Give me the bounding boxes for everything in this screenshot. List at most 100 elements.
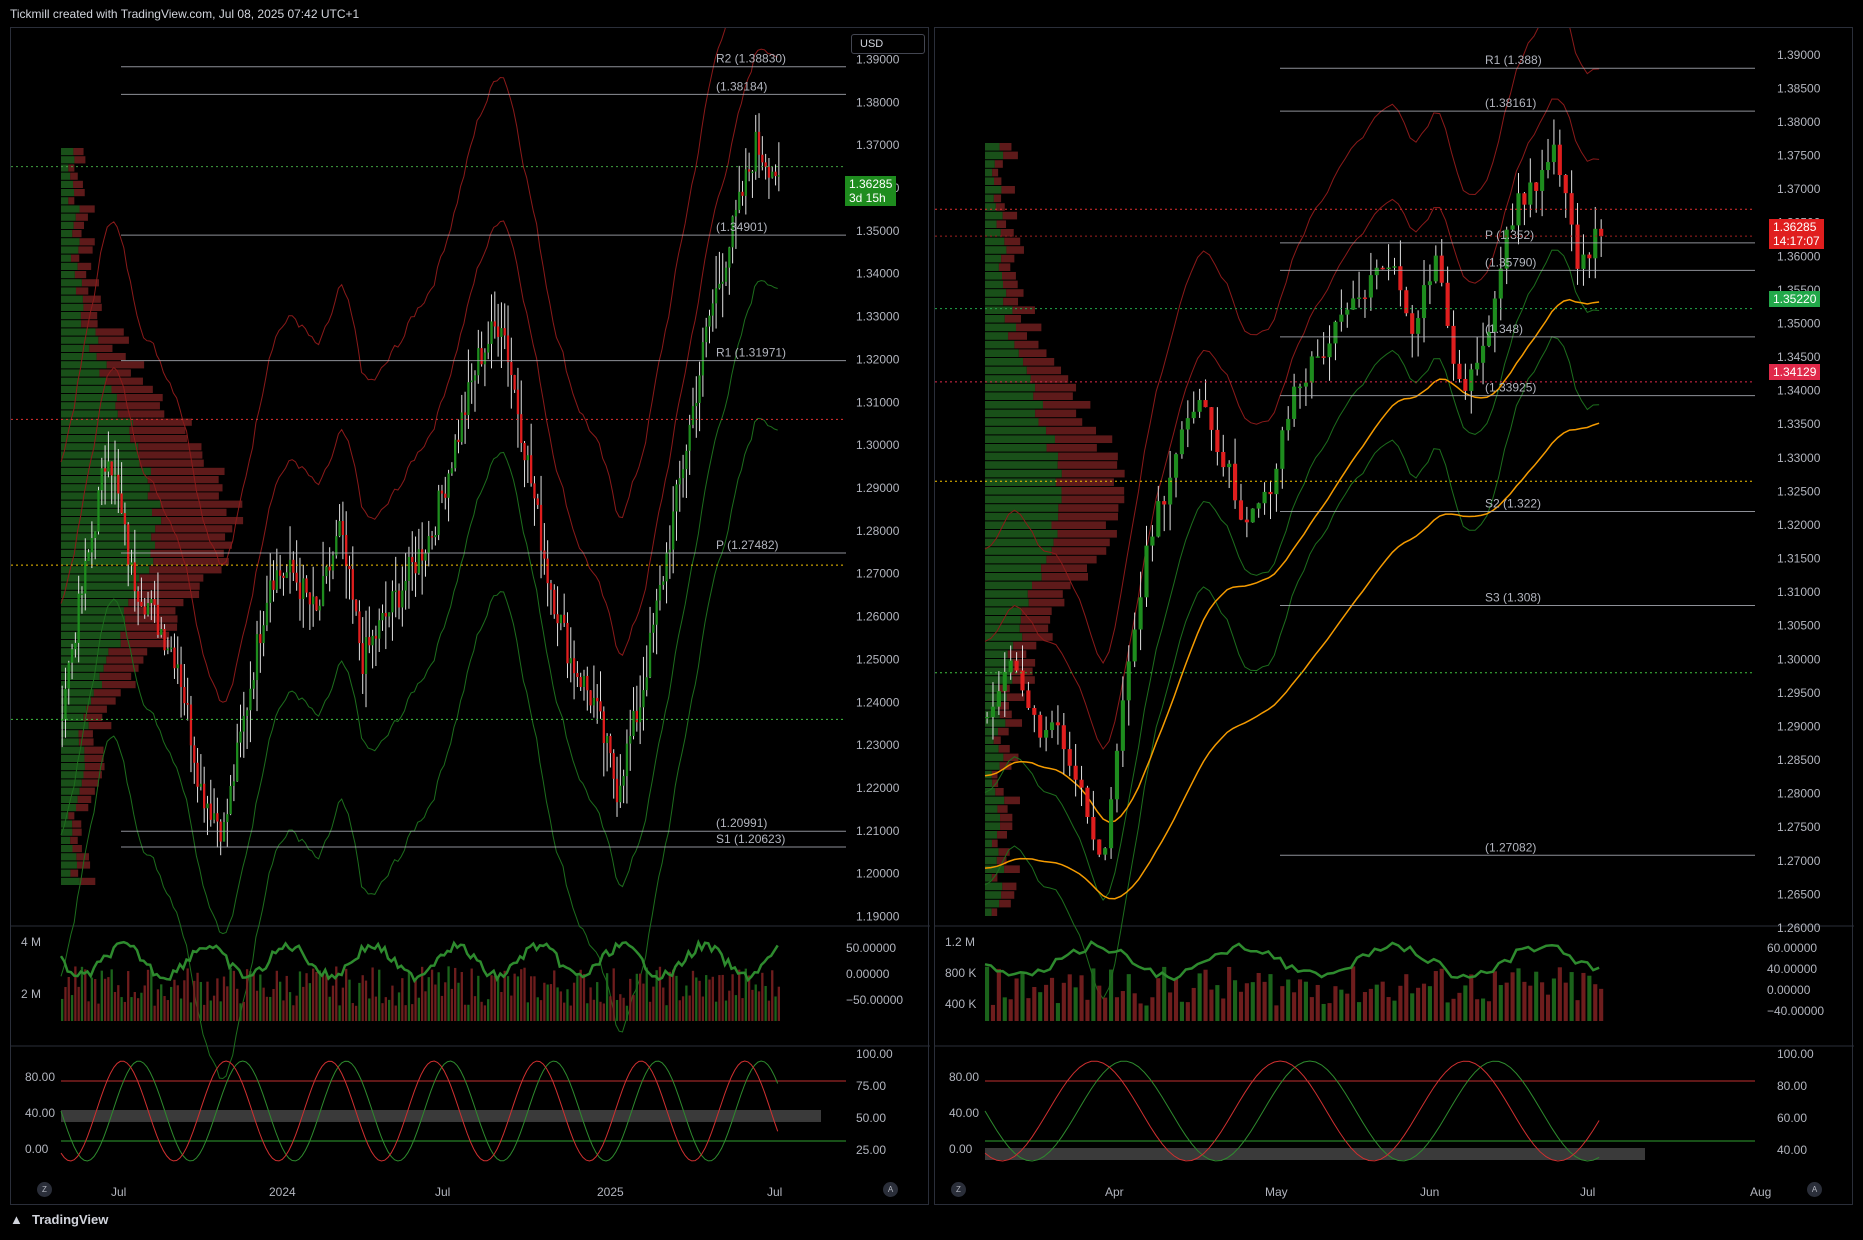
price-axis-label: 1.37000 <box>856 138 900 152</box>
volume-profile-bar <box>123 607 176 615</box>
stochastic-line <box>984 1060 1600 1162</box>
volume-bar <box>622 997 625 1021</box>
volume-profile-bar <box>61 738 79 746</box>
candle-body <box>536 498 539 505</box>
candle-body <box>520 414 523 443</box>
volume-profile-bar <box>61 180 74 188</box>
candle-body <box>1014 660 1019 671</box>
candle-body <box>582 675 586 687</box>
volume-profile-bar <box>61 681 103 689</box>
volume-profile-bar <box>130 435 187 443</box>
candle-body <box>1280 430 1285 469</box>
volume-profile-bar <box>116 394 163 402</box>
candle-body <box>232 781 236 786</box>
volume-profile-bar <box>153 558 229 566</box>
volume-profile-bar <box>78 730 93 738</box>
volume-bar <box>351 1003 354 1021</box>
candle-body <box>705 326 708 343</box>
candle-body <box>1268 491 1273 495</box>
volume-bar <box>1563 982 1568 1021</box>
volume-bar <box>1581 972 1586 1021</box>
volume-bar <box>1492 971 1497 1021</box>
volume-bar <box>520 969 523 1021</box>
candle-body <box>368 637 371 646</box>
volume-bar <box>1091 968 1096 1021</box>
candle-body <box>1103 848 1108 855</box>
oscillator-line <box>984 940 1600 982</box>
volume-profile-bar <box>61 279 82 287</box>
candle-body <box>1055 722 1060 726</box>
price-axis-label: 1.34500 <box>1777 350 1821 364</box>
price-axis-label: 1.35000 <box>856 224 900 238</box>
zoom-button[interactable]: Z <box>951 1182 966 1197</box>
volume-profile-bar <box>61 664 104 672</box>
volume-bar <box>506 976 510 1021</box>
volume-profile-bar <box>84 746 104 754</box>
candle-body <box>1221 452 1226 468</box>
volume-profile-bar <box>61 623 125 631</box>
volume-bar <box>272 988 275 1021</box>
auto-scale-button[interactable]: A <box>883 1182 898 1197</box>
volume-profile-bar <box>1008 332 1028 340</box>
volume-profile-bar <box>985 289 1007 297</box>
price-axis-label: 1.38500 <box>1777 81 1821 95</box>
volume-profile-bar <box>985 392 1034 400</box>
currency-selector[interactable]: USD <box>851 34 925 54</box>
right-chart-panel[interactable]: 1.390001.385001.380001.375001.370001.365… <box>934 27 1854 1206</box>
volume-profile-bar <box>102 681 136 689</box>
volume-bar <box>269 996 272 1021</box>
candle-body <box>209 803 212 820</box>
candle-body <box>1067 749 1072 766</box>
stochastic-axis-label: 0.00 <box>949 1142 973 1156</box>
volume-profile-bar <box>61 353 97 361</box>
volume-bar <box>1067 974 1072 1021</box>
left-chart-panel[interactable]: 1.390001.380001.370001.360001.350001.340… <box>10 27 930 1206</box>
candle-body <box>1179 429 1184 455</box>
volume-profile-bar <box>1003 151 1018 160</box>
volume-profile-bar <box>985 848 999 856</box>
volume-bar <box>127 971 130 1021</box>
candle-body <box>292 559 295 573</box>
zoom-button[interactable]: Z <box>37 1182 52 1197</box>
candle-body <box>681 469 685 479</box>
volume-axis-label: 2 M <box>21 987 41 1001</box>
stochastic-axis-label: 0.00 <box>25 1142 49 1156</box>
candle-body <box>586 675 589 691</box>
volume-bar <box>302 986 305 1021</box>
volume-profile-bar <box>147 476 219 484</box>
candle-body <box>331 555 335 571</box>
volume-profile-bar <box>1041 573 1089 581</box>
candle-body <box>516 389 520 415</box>
candle-body <box>477 348 480 376</box>
candle-body <box>685 450 688 470</box>
volume-bar <box>219 1001 222 1021</box>
volume-profile-bar <box>61 861 77 869</box>
candle-body <box>1421 285 1427 319</box>
volume-profile-bar <box>68 197 75 205</box>
volume-bar <box>1268 974 1273 1021</box>
price-axis-label: 1.38000 <box>856 95 900 109</box>
left-chart-canvas[interactable]: 1.390001.380001.370001.360001.350001.340… <box>11 28 930 1206</box>
candle-body <box>767 166 771 178</box>
candle-body <box>229 785 232 815</box>
candle-body <box>450 468 454 474</box>
volume-profile-bar <box>985 220 997 228</box>
volume-profile-bar <box>1051 547 1107 555</box>
tradingview-footer[interactable]: ▲ TradingView <box>10 1212 108 1234</box>
candle-body <box>655 600 658 625</box>
candle-body <box>1551 144 1556 163</box>
volume-profile-bar <box>993 194 1002 203</box>
volume-bar <box>731 974 734 1021</box>
candle-body <box>605 735 609 744</box>
volume-bar <box>480 1001 483 1021</box>
candle-body <box>378 620 381 639</box>
right-chart-canvas[interactable]: 1.390001.385001.380001.375001.370001.365… <box>935 28 1854 1206</box>
price-axis-label: 1.28000 <box>1777 787 1821 801</box>
auto-scale-button[interactable]: A <box>1807 1182 1822 1197</box>
volume-bar <box>698 980 701 1021</box>
candle-body <box>305 578 308 593</box>
volume-bar <box>328 996 331 1021</box>
volume-profile-bar <box>985 358 1024 366</box>
volume-profile-bar <box>985 633 1023 641</box>
volume-bar <box>1109 969 1114 1021</box>
